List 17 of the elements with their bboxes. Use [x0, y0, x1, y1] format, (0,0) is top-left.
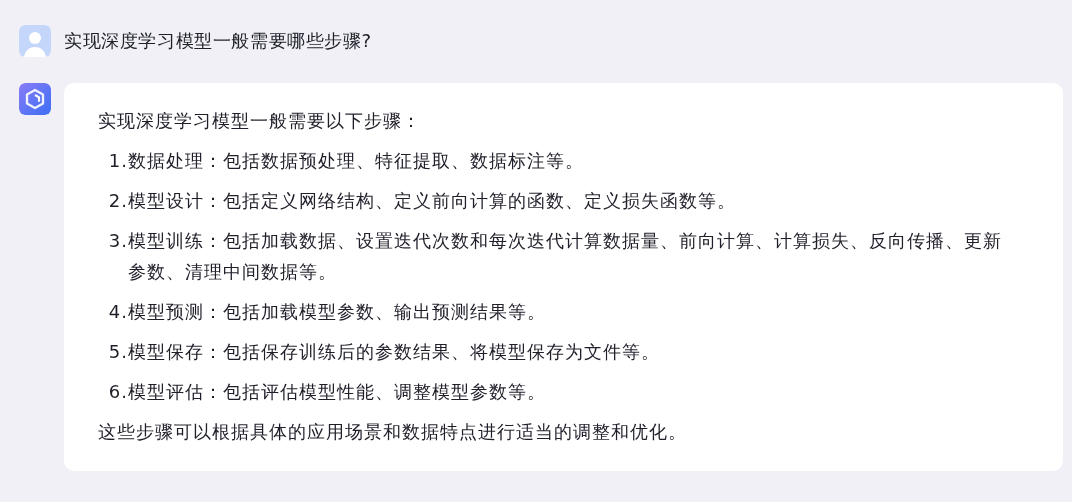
step-number: 4. [107, 300, 128, 324]
question-text: 实现深度学习模型一般需要哪些步骤? [64, 29, 372, 53]
step-text: 模型预测：包括加载模型参数、输出预测结果等。 [128, 300, 547, 324]
answer-conclusion: 这些步骤可以根据具体的应用场景和数据特点进行适当的调整和优化。 [98, 420, 688, 444]
step-text: 模型设计：包括定义网络结构、定义前向计算的函数、定义损失函数等。 [128, 189, 737, 213]
assistant-logo-icon [19, 83, 51, 115]
step-number: 5. [107, 340, 128, 364]
step-text: 数据处理：包括数据预处理、特征提取、数据标注等。 [128, 149, 585, 173]
step-number: 3. [107, 229, 128, 253]
step-number: 6. [107, 380, 128, 404]
step-text: 模型训练：包括加载数据、设置迭代次数和每次迭代计算数据量、前向计算、计算损失、反向传播、更新参数、清理中间数据等。 [128, 229, 1003, 284]
user-avatar-icon [19, 25, 51, 57]
step-number: 1. [107, 149, 128, 173]
answer-intro: 实现深度学习模型一般需要以下步骤： [98, 109, 422, 133]
step-number: 2. [107, 189, 128, 213]
step-text: 模型评估：包括评估模型性能、调整模型参数等。 [128, 380, 547, 404]
step-text: 模型保存：包括保存训练后的参数结果、将模型保存为文件等。 [128, 340, 661, 364]
